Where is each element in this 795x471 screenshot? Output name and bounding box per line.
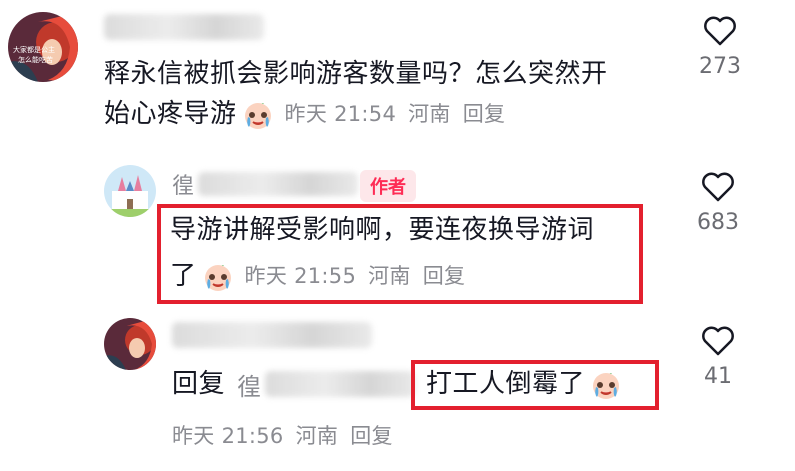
- comment-meta: 昨天 21:55 河南 回复: [245, 256, 478, 296]
- reply-line: 回复 徨: [172, 364, 416, 404]
- timestamp: 昨天 21:56: [172, 424, 284, 448]
- reply-button[interactable]: 回复: [423, 264, 466, 288]
- like-button[interactable]: 273: [690, 16, 750, 79]
- avatar-caption: 怎么能吃苦: [18, 55, 53, 64]
- comment-meta: 昨天 21:56 河南 回复: [172, 420, 405, 450]
- reply-prefix: 回复: [172, 369, 226, 399]
- reply-button[interactable]: 回复: [463, 102, 506, 126]
- location: 河南: [408, 102, 451, 126]
- avatar[interactable]: [104, 318, 156, 370]
- reply-target-blurred[interactable]: [265, 371, 416, 397]
- crying-laughing-emoji-icon: [589, 367, 623, 401]
- author-name[interactable]: 徨: [172, 168, 359, 200]
- crying-laughing-emoji-icon: [241, 97, 275, 131]
- comment-text: 释永信被抓会影响游客数量吗？怎么突然开 始心疼导游 昨天 21:54 河南 回复: [104, 54, 664, 134]
- like-count: 683: [697, 210, 739, 235]
- username-blurred: [198, 172, 359, 196]
- timestamp: 昨天 21:55: [244, 264, 357, 288]
- author-tag-badge: 作者: [360, 170, 416, 202]
- avatar-caption: 大家都是公主: [13, 45, 55, 54]
- crying-laughing-emoji-icon: [201, 259, 235, 293]
- location: 河南: [295, 424, 339, 448]
- like-count: 41: [704, 364, 732, 389]
- like-count: 273: [699, 54, 741, 79]
- like-button[interactable]: 41: [688, 326, 748, 389]
- comment-meta: 昨天 21:54 河南 回复: [285, 94, 518, 134]
- heart-icon[interactable]: [703, 16, 737, 46]
- comment-text: 打工人倒霉了: [426, 364, 627, 404]
- avatar[interactable]: [104, 165, 156, 217]
- username-blurred[interactable]: [172, 322, 372, 348]
- heart-icon[interactable]: [701, 172, 735, 202]
- author-name-visible-char: 徨: [172, 174, 195, 199]
- reply-button[interactable]: 回复: [350, 424, 393, 448]
- username-blurred[interactable]: [104, 14, 264, 40]
- avatar[interactable]: 大家都是公主 怎么能吃苦: [8, 12, 78, 82]
- like-button[interactable]: 683: [688, 172, 748, 235]
- heart-icon[interactable]: [701, 326, 735, 356]
- timestamp: 昨天 21:54: [284, 102, 397, 126]
- location: 河南: [368, 264, 411, 288]
- reply-target-visible-char: 徨: [237, 372, 262, 401]
- comment-text: 导游讲解受影响啊，要连夜换导游词 了 昨天 21:55 河南 回复: [170, 210, 640, 296]
